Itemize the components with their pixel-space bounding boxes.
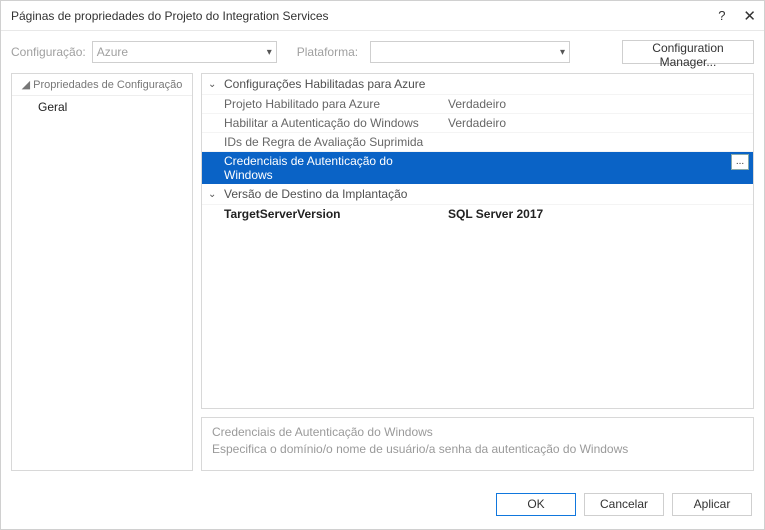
help-icon[interactable]: ?: [718, 8, 725, 23]
row-habilitar-auth-win[interactable]: Habilitar a Autenticação do Windows Verd…: [202, 113, 753, 132]
chevron-down-icon: ▾: [267, 47, 272, 58]
apply-button[interactable]: Aplicar: [672, 493, 752, 516]
prop-value: [448, 135, 753, 149]
prop-name: Credenciais de Autenticação do Windows: [224, 154, 448, 182]
row-projeto-habilitado[interactable]: Projeto Habilitado para Azure Verdadeiro: [202, 94, 753, 113]
platform-label: Plataforma:: [297, 45, 358, 59]
description-pane: Credenciais de Autenticação do Windows E…: [201, 417, 754, 471]
dialog-window: Páginas de propriedades do Projeto do In…: [0, 0, 765, 530]
cancel-button[interactable]: Cancelar: [584, 493, 664, 516]
prop-name: IDs de Regra de Avaliação Suprimida: [224, 135, 448, 149]
body-area: ◢ Propriedades de Configuração Geral ⌄ C…: [1, 73, 764, 479]
config-label: Configuração:: [11, 45, 86, 59]
prop-value: [448, 154, 731, 182]
prop-name: TargetServerVersion: [224, 207, 448, 221]
ok-button[interactable]: OK: [496, 493, 576, 516]
dialog-footer: OK Cancelar Aplicar: [1, 479, 764, 529]
tree-item-geral[interactable]: Geral: [12, 96, 192, 118]
group-versao-header[interactable]: ⌄ Versão de Destino da Implantação: [202, 184, 753, 204]
chevron-down-icon: ⌄: [208, 79, 218, 90]
prop-value: SQL Server 2017: [448, 207, 753, 221]
config-value: Azure: [97, 45, 128, 59]
property-grid: ⌄ Configurações Habilitadas para Azure P…: [201, 73, 754, 409]
configuration-manager-button[interactable]: Configuration Manager...: [622, 40, 754, 64]
window-controls: ? ✕: [718, 7, 756, 25]
tree-header[interactable]: ◢ Propriedades de Configuração: [12, 74, 192, 96]
ellipsis-button[interactable]: ...: [731, 154, 749, 170]
group-versao-label: Versão de Destino da Implantação: [224, 187, 407, 201]
prop-value: Verdadeiro: [448, 116, 753, 130]
prop-name: Habilitar a Autenticação do Windows: [224, 116, 448, 130]
window-title: Páginas de propriedades do Projeto do In…: [11, 9, 718, 23]
row-credenciais-win[interactable]: Credenciais de Autenticação do Windows .…: [202, 151, 753, 184]
row-ids-regra[interactable]: IDs de Regra de Avaliação Suprimida: [202, 132, 753, 151]
group-azure-label: Configurações Habilitadas para Azure: [224, 77, 425, 91]
config-toolbar: Configuração: Azure ▾ Plataforma: ▾ Conf…: [1, 31, 764, 73]
prop-name: Projeto Habilitado para Azure: [224, 97, 448, 111]
group-azure-header[interactable]: ⌄ Configurações Habilitadas para Azure: [202, 74, 753, 94]
prop-value: Verdadeiro: [448, 97, 753, 111]
description-title: Credenciais de Autenticação do Windows: [212, 424, 743, 441]
chevron-down-icon: ▾: [560, 47, 565, 58]
chevron-down-icon: ⌄: [208, 189, 218, 200]
description-text: Especifica o domínio/o nome de usuário/a…: [212, 441, 743, 458]
close-icon[interactable]: ✕: [743, 7, 756, 25]
platform-combo[interactable]: ▾: [370, 41, 570, 63]
title-bar: Páginas de propriedades do Projeto do In…: [1, 1, 764, 31]
right-pane: ⌄ Configurações Habilitadas para Azure P…: [201, 73, 754, 471]
tree-pane: ◢ Propriedades de Configuração Geral: [11, 73, 193, 471]
config-combo[interactable]: Azure ▾: [92, 41, 277, 63]
row-target-server-version[interactable]: TargetServerVersion SQL Server 2017: [202, 204, 753, 223]
